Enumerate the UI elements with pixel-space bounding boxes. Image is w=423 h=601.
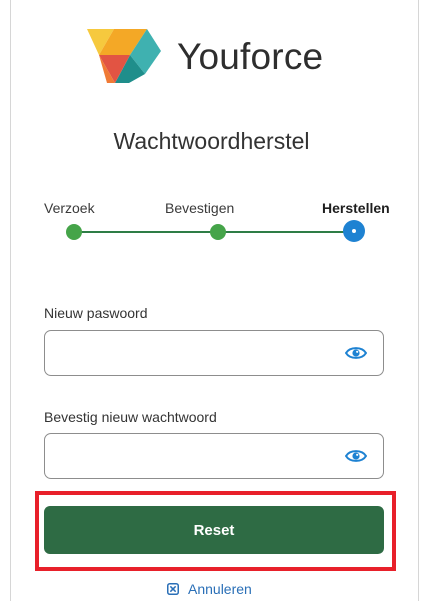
confirm-password-input[interactable]	[55, 434, 339, 480]
youforce-logo-icon	[87, 29, 161, 83]
brand-header: Youforce	[87, 29, 323, 83]
step-dot-verzoek	[66, 224, 82, 240]
step-connector-1	[74, 231, 218, 233]
step-label-bevestigen: Bevestigen	[165, 200, 235, 216]
new-password-field-box	[44, 330, 384, 377]
step-dot-bevestigen	[210, 224, 226, 240]
new-password-label: Nieuw paswoord	[44, 305, 148, 321]
step-dot-herstellen	[343, 220, 365, 242]
brand-name: Youforce	[177, 35, 324, 77]
step-connector-2	[218, 231, 354, 233]
close-box-icon	[167, 583, 179, 595]
reset-button[interactable]: Reset	[44, 506, 384, 554]
eye-icon[interactable]	[345, 448, 367, 464]
page-title: Wachtwoordherstel	[113, 128, 310, 154]
step-label-herstellen: Herstellen	[322, 200, 390, 216]
confirm-password-label: Bevestig nieuw wachtwoord	[44, 409, 217, 425]
cancel-link[interactable]: Annuleren	[167, 581, 252, 597]
progress-stepper: Verzoek Bevestigen Herstellen	[0, 198, 423, 258]
new-password-input[interactable]	[55, 331, 339, 377]
cancel-label: Annuleren	[188, 581, 252, 597]
confirm-password-field-box	[44, 433, 384, 480]
step-label-verzoek: Verzoek	[44, 200, 95, 216]
eye-icon[interactable]	[345, 345, 367, 361]
